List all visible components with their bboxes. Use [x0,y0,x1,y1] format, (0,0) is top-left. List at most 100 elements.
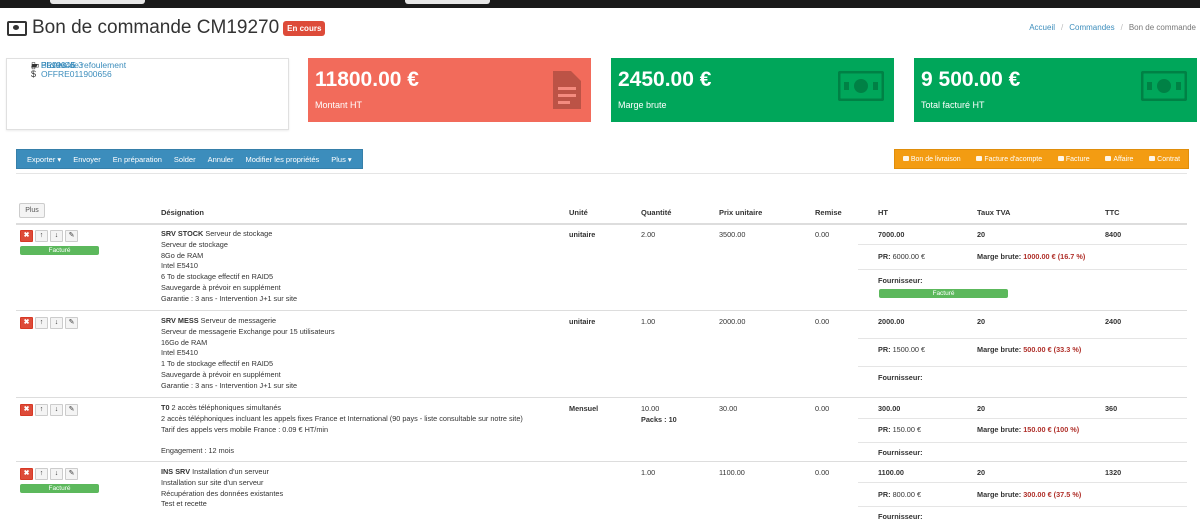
page-title: Bon de commande CM19270 En cours [7,17,326,39]
arrow-up-icon[interactable]: ↑ [35,468,48,480]
cancel-button[interactable]: Annuler [202,155,240,164]
col-prix-unitaire: Prix unitaire [719,208,763,217]
col-ht: HT [878,208,888,217]
plus-button[interactable]: Plus [19,203,45,218]
truck-icon: ▰ [31,60,38,70]
delivery-note-button[interactable]: Bon de livraison [902,156,961,163]
row-price: 3500.00 [719,230,746,239]
row-discount: 0.00 [815,468,830,477]
edit-icon[interactable]: ✎ [65,404,78,416]
delete-icon[interactable]: ✖ [20,404,33,416]
row-marge: Marge brute: 1000.00 € (16.7 %) [977,252,1086,261]
row-pr: PR: 800.00 € [878,490,922,499]
send-button[interactable]: Envoyer [67,155,107,164]
table-row: ✖ ↑ ↓ ✎ Facturé INS SRV Installation d'u… [16,464,1187,521]
row-tva: 20 [977,468,986,477]
divider [16,173,1187,174]
money-icon [7,20,27,36]
row-actions: ✖ ↑ ↓ ✎ [20,468,78,480]
row-qty: 1.00 [641,468,656,477]
truck-icon [902,156,909,162]
browser-tab[interactable] [405,0,490,4]
affaire-button[interactable]: Affaire [1105,156,1133,163]
arrow-up-icon[interactable]: ↑ [35,317,48,329]
deposit-invoice-button[interactable]: Facture d'acompte [976,156,1042,163]
delete-icon[interactable]: ✖ [20,468,33,480]
flag-icon [1057,156,1064,162]
row-marge: Marge brute: 150.00 € (100 %) [977,425,1080,434]
col-unite: Unité [569,208,588,217]
order-info-box: $ OFFRE011900656 ▭Postes de refoulement ▯… [6,58,289,130]
more-button[interactable]: Plus ▾ [325,155,357,164]
breadcrumb-home[interactable]: Accueil [1029,23,1055,32]
delete-icon[interactable]: ✖ [20,230,33,242]
edit-icon[interactable]: ✎ [65,468,78,480]
arrow-down-icon[interactable]: ↓ [50,468,63,480]
arrow-up-icon[interactable]: ↑ [35,230,48,242]
money-icon [1141,71,1187,101]
col-quantite: Quantité [641,208,672,217]
row-qty: 1.00 [641,317,656,326]
briefcase-icon [1105,156,1112,162]
row-price: 2000.00 [719,317,746,326]
delivery-link[interactable]: BL19046 [41,60,75,70]
row-tva: 20 [977,404,986,413]
row-unit: Mensuel [569,404,599,413]
row-actions: ✖ ↑ ↓ ✎ [20,230,78,242]
row-ht: 7000.00 [878,230,905,239]
action-toolbar: Exporter ▾ Envoyer En préparation Solder… [16,149,363,169]
row-ttc: 360 [1105,404,1118,413]
flag-icon [976,156,983,162]
row-ht: 300.00 [878,404,901,413]
contract-button[interactable]: Contrat [1149,156,1180,163]
col-remise: Remise [815,208,842,217]
invoice-button[interactable]: Facture [1057,156,1090,163]
arrow-down-icon[interactable]: ↓ [50,230,63,242]
document-toolbar: Bon de livraison Facture d'acompte Factu… [894,149,1189,169]
solder-button[interactable]: Solder [168,155,202,164]
row-pr: PR: 6000.00 € [878,252,926,261]
export-button[interactable]: Exporter ▾ [21,155,67,164]
row-marge: Marge brute: 500.00 € (33.3 %) [977,345,1082,354]
money-icon [838,71,884,101]
invoiced-badge: Facturé [20,484,99,493]
document-icon [553,71,581,109]
stat-box-total-facture: 9 500.00 € Total facturé HT [914,58,1197,122]
row-qty: 10.00 [641,404,660,413]
browser-tab[interactable] [50,0,145,4]
delete-icon[interactable]: ✖ [20,317,33,329]
row-actions: ✖ ↑ ↓ ✎ [20,404,78,416]
breadcrumb-commandes[interactable]: Commandes [1069,23,1114,32]
table-row: ✖ ↑ ↓ ✎ T0 2 accès téléphoniques simulta… [16,400,1187,460]
row-tva: 20 [977,317,986,326]
row-fournisseur: Fournisseur: [878,373,923,382]
row-ht: 2000.00 [878,317,905,326]
row-tva: 20 [977,230,986,239]
breadcrumb-current: Bon de commande [1128,23,1196,32]
row-ttc: 8400 [1105,230,1122,239]
edit-icon[interactable]: ✎ [65,317,78,329]
row-discount: 0.00 [815,404,830,413]
arrow-down-icon[interactable]: ↓ [50,317,63,329]
stat-box-marge-brute: 2450.00 € Marge brute [611,58,894,122]
row-unit: unitaire [569,317,596,326]
row-qty-packs: Packs : 10 [641,415,677,424]
edit-properties-button[interactable]: Modifier les propriétés [239,155,325,164]
col-taux-tva: Taux TVA [977,208,1011,217]
preparation-button[interactable]: En préparation [107,155,168,164]
row-description: SRV MESS Serveur de messagerie Serveur d… [161,316,335,390]
breadcrumb: Accueil / Commandes / Bon de commande [1029,23,1196,32]
edit-icon[interactable]: ✎ [65,230,78,242]
arrow-down-icon[interactable]: ↓ [50,404,63,416]
browser-top-bar [0,0,1200,8]
row-pr: PR: 150.00 € [878,425,922,434]
col-ttc: TTC [1105,208,1120,217]
table-row: ✖ ↑ ↓ ✎ SRV MESS Serveur de messagerie S… [16,313,1187,397]
table-row: ✖ ↑ ↓ ✎ Facturé SRV STOCK Serveur de sto… [16,226,1187,310]
row-price: 30.00 [719,404,738,413]
row-ttc: 1320 [1105,468,1122,477]
arrow-up-icon[interactable]: ↑ [35,404,48,416]
row-pr: PR: 1500.00 € [878,345,926,354]
col-designation: Désignation [161,208,204,217]
row-unit: unitaire [569,230,596,239]
